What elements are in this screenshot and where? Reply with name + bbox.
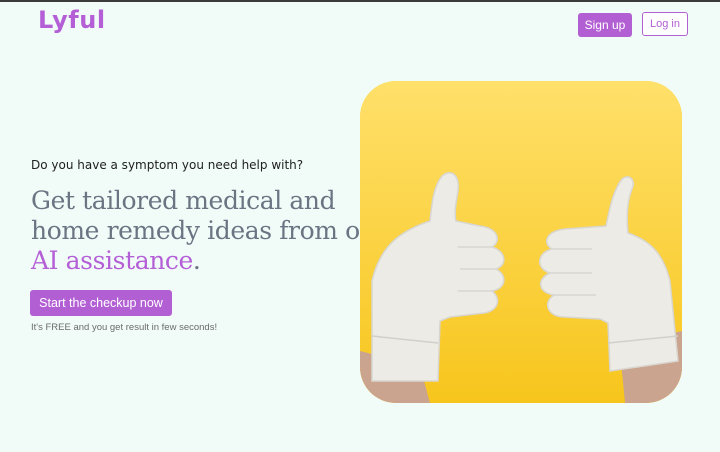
logo[interactable]: Lyful [38, 6, 106, 34]
top-border [0, 0, 720, 2]
start-checkup-button[interactable]: Start the checkup now [30, 290, 172, 316]
headline-accent: AI assistance [31, 246, 193, 275]
symptom-question: Do you have a symptom you need help with… [31, 158, 304, 172]
hero-image [360, 81, 682, 403]
headline-period: . [192, 246, 201, 275]
signup-button[interactable]: Sign up [578, 13, 632, 37]
login-button[interactable]: Log in [642, 12, 688, 36]
free-note: It's FREE and you get result in few seco… [31, 322, 218, 333]
headline-line-3: AI assistance. [31, 246, 361, 276]
headline-line-1: Get tailored medical and [31, 186, 336, 215]
headline: Get tailored medical and home remedy ide… [31, 186, 388, 276]
headline-line-2: home remedy ideas from our [31, 216, 388, 245]
thumbs-up-gloves-illustration [360, 81, 682, 403]
